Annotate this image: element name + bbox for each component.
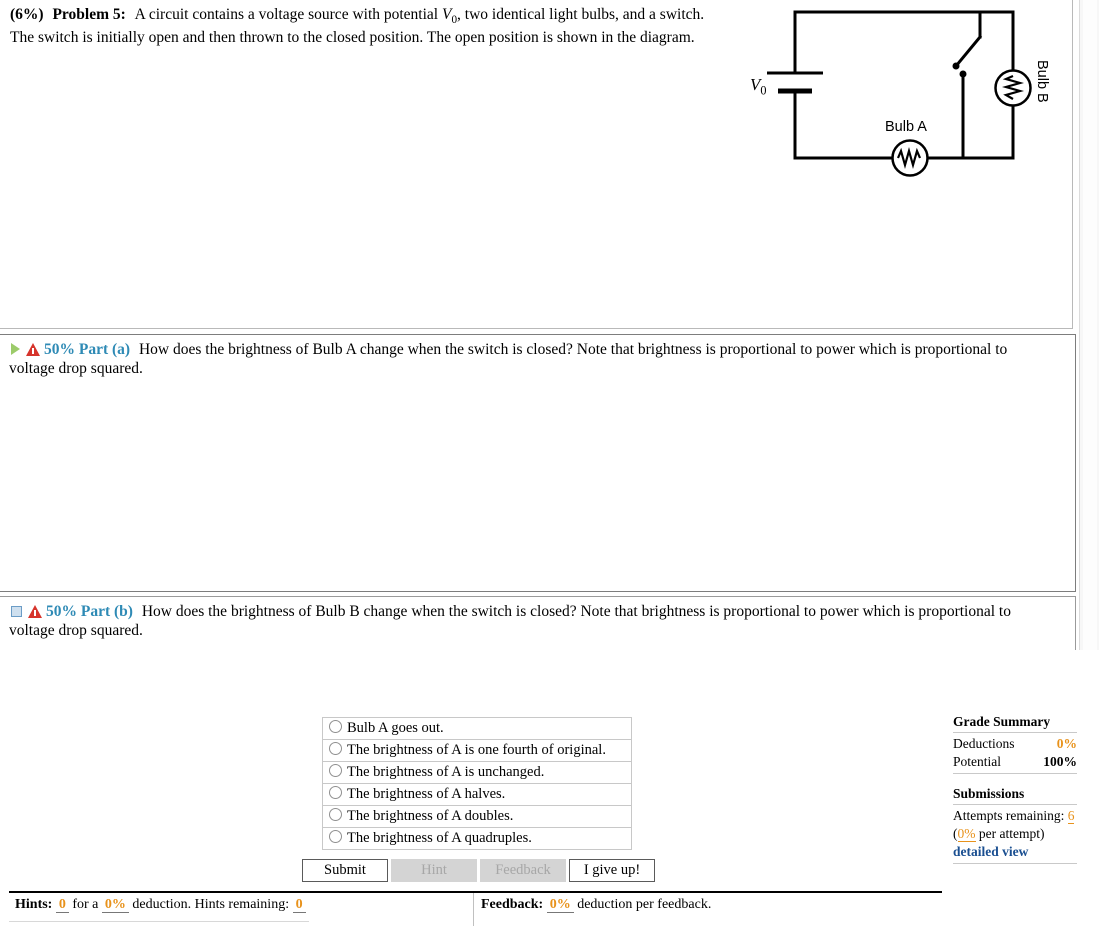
part-b-question-text: How does the brightness of Bulb B change… — [141, 603, 1011, 620]
square-collapsed-icon[interactable] — [11, 606, 22, 617]
choice-row[interactable]: Bulb A goes out. — [323, 718, 631, 740]
problem-panel: (6%) Problem 5: A circuit contains a vol… — [0, 0, 1073, 329]
feedback-deduction-value: 0% — [546, 897, 574, 913]
hints-remaining-value: 0 — [292, 897, 306, 913]
feedback-label: Feedback: — [481, 897, 544, 912]
choice-row[interactable]: The brightness of A is one fourth of ori… — [323, 740, 631, 762]
grade-summary-title: Grade Summary — [953, 713, 1077, 733]
attempts-remaining-row: Attempts remaining: 6 — [953, 807, 1077, 825]
radio-button[interactable] — [329, 808, 342, 821]
per-attempt-value: 0% — [957, 825, 976, 842]
scrollbar-track[interactable] — [1083, 0, 1097, 650]
choice-row[interactable]: The brightness of A quadruples. — [323, 828, 631, 850]
feedback-bar: Feedback: 0% deduction per feedback. — [475, 893, 942, 926]
part-b-panel: 50% Part (b) How does the brightness of … — [0, 596, 1076, 650]
grade-summary-row: Deductions 0% — [953, 735, 1077, 753]
choice-label: The brightness of A is unchanged. — [347, 764, 545, 780]
problem-statement: (6%) Problem 5: A circuit contains a vol… — [10, 5, 725, 48]
page-scrollbar[interactable] — [1079, 0, 1099, 650]
hint-button[interactable]: Hint — [391, 859, 477, 882]
part-a-header: 50% Part (a) How does the brightness of … — [9, 340, 1064, 360]
detailed-view-link[interactable]: detailed view — [953, 843, 1077, 861]
bulb-a-label: Bulb A — [885, 119, 927, 135]
choice-label: Bulb A goes out. — [347, 720, 444, 736]
choice-row[interactable]: The brightness of A is unchanged. — [323, 762, 631, 784]
choice-row[interactable]: The brightness of A halves. — [323, 784, 631, 806]
choice-label: The brightness of A halves. — [347, 786, 506, 802]
radio-button[interactable] — [329, 786, 342, 799]
attempts-remaining-label: Attempts remaining: — [953, 807, 1065, 823]
problem-label: Problem 5: — [52, 6, 126, 23]
part-a-question-text: How does the brightness of Bulb A change… — [138, 341, 1008, 358]
triangle-right-icon[interactable] — [11, 343, 20, 355]
choice-label: The brightness of A is one fourth of ori… — [347, 742, 606, 758]
submit-button[interactable]: Submit — [302, 859, 388, 882]
radio-button[interactable] — [329, 764, 342, 777]
problem-statement-part1: A circuit contains a voltage source with… — [134, 6, 442, 23]
bulb-b-label: Bulb B — [1034, 60, 1050, 103]
submissions-title: Submissions — [953, 785, 1077, 805]
circuit-diagram: V0 Bulb A Bulb B — [745, 0, 1075, 190]
i-give-up-button[interactable]: I give up! — [569, 859, 655, 882]
potential-label: Potential — [953, 753, 1001, 769]
hints-for-a: for a — [72, 897, 99, 912]
hints-count: 0 — [55, 897, 69, 913]
radio-button[interactable] — [329, 720, 342, 733]
feedback-deduction-text: deduction per feedback. — [577, 897, 712, 912]
part-a-title: Part (a) — [78, 341, 131, 358]
part-a-question-text-2: voltage drop squared. — [9, 360, 143, 377]
divider — [953, 862, 1077, 864]
problem-weight: (6%) — [10, 6, 44, 23]
part-a-percent: 50% — [44, 341, 75, 358]
answer-choices-list: Bulb A goes out. The brightness of A is … — [322, 717, 632, 850]
choice-label: The brightness of A doubles. — [347, 808, 514, 824]
deductions-value: 0% — [1056, 735, 1077, 751]
choice-row[interactable]: The brightness of A doubles. — [323, 806, 631, 828]
part-b-title: Part (b) — [80, 603, 133, 620]
choice-label: The brightness of A quadruples. — [347, 830, 532, 846]
potential-value: 100% — [1043, 753, 1077, 769]
voltage-source-label: V0 — [750, 75, 767, 98]
hints-deduction-value: 0% — [101, 897, 129, 913]
per-attempt-open: ( — [953, 825, 958, 841]
grade-summary-panel: Grade Summary Deductions 0% Potential 10… — [953, 713, 1077, 864]
warning-triangle-icon — [26, 343, 40, 356]
per-attempt-row: (0% per attempt) — [953, 825, 1077, 843]
part-b-header: 50% Part (b) How does the brightness of … — [9, 602, 1064, 622]
part-b-question-text-2: voltage drop squared. — [9, 622, 143, 639]
hints-label: Hints: — [15, 897, 53, 912]
feedback-button[interactable]: Feedback — [480, 859, 566, 882]
hints-inner-divider — [9, 921, 309, 922]
radio-button[interactable] — [329, 742, 342, 755]
deductions-label: Deductions — [953, 735, 1015, 751]
attempts-remaining-value: 6 — [1067, 807, 1075, 824]
warning-triangle-icon — [28, 605, 42, 618]
per-attempt-rest: per attempt) — [975, 825, 1045, 841]
part-b-percent: 50% — [46, 603, 77, 620]
hints-deduction-text: deduction. Hints remaining: — [132, 897, 290, 912]
grade-summary-row: Potential 100% — [953, 753, 1077, 771]
radio-button[interactable] — [329, 830, 342, 843]
part-a-panel: 50% Part (a) How does the brightness of … — [0, 334, 1077, 926]
action-button-row: Submit Hint Feedback I give up! — [302, 859, 655, 882]
problem-variable-v0: V0 — [442, 6, 458, 27]
